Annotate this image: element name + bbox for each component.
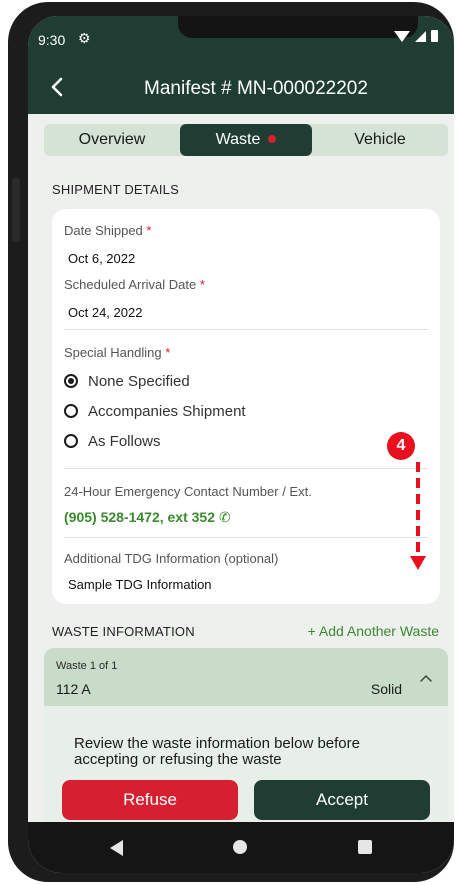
tab-bar: Overview Waste Vehicle xyxy=(44,124,448,156)
tab-label: Overview xyxy=(78,131,146,148)
waste-count-label: Waste 1 of 1 xyxy=(56,660,118,672)
date-shipped-value[interactable]: Oct 6, 2022 xyxy=(68,251,135,266)
refuse-button[interactable]: Refuse xyxy=(62,780,238,820)
wifi-icon xyxy=(394,30,410,42)
arrow-down-icon xyxy=(410,462,426,570)
step-badge: 4 xyxy=(387,432,415,460)
radio-as-follows[interactable]: As Follows xyxy=(64,431,161,451)
phone-call-icon[interactable]: ✆ xyxy=(219,509,231,525)
add-another-waste-link[interactable]: + Add Another Waste xyxy=(308,623,439,639)
shipment-details-card: Date Shipped * Oct 6, 2022 Scheduled Arr… xyxy=(52,209,440,604)
radio-accompanies-shipment[interactable]: Accompanies Shipment xyxy=(64,401,246,421)
status-time: 9:30 xyxy=(38,32,66,48)
tab-vehicle[interactable]: Vehicle xyxy=(312,124,448,156)
review-instructions: Review the waste information below befor… xyxy=(74,735,360,768)
chevron-up-icon[interactable] xyxy=(418,670,434,686)
side-button xyxy=(12,178,20,242)
radio-unchecked-icon xyxy=(64,434,78,448)
arrival-date-label: Scheduled Arrival Date * xyxy=(64,277,205,292)
special-handling-label: Special Handling * xyxy=(64,345,171,360)
status-icons xyxy=(394,30,438,42)
radio-unchecked-icon xyxy=(64,404,78,418)
waste-type: Solid xyxy=(370,681,402,697)
notch xyxy=(178,16,418,38)
tab-overview[interactable]: Overview xyxy=(44,124,180,156)
divider xyxy=(64,329,428,330)
phone-frame: 9:30 ⚙ Manifest # MN-000022202 Overview … xyxy=(8,2,454,882)
tab-waste[interactable]: Waste xyxy=(180,124,312,156)
nav-home-icon[interactable] xyxy=(233,840,247,854)
status-bar: 9:30 ⚙ xyxy=(28,16,454,62)
app-bar: Manifest # MN-000022202 xyxy=(28,62,454,114)
emergency-contact-number[interactable]: (905) 528-1472, ext 352 ✆ xyxy=(64,509,231,526)
divider xyxy=(64,468,428,469)
tab-label: Vehicle xyxy=(354,131,406,148)
shipment-section-title: SHIPMENT DETAILS xyxy=(52,182,179,197)
nav-back-icon[interactable] xyxy=(110,840,123,856)
phone-screen: 9:30 ⚙ Manifest # MN-000022202 Overview … xyxy=(28,16,454,873)
gear-icon: ⚙ xyxy=(78,30,91,46)
radio-label: None Specified xyxy=(88,372,190,390)
accept-button[interactable]: Accept xyxy=(254,780,430,820)
date-shipped-label: Date Shipped * xyxy=(64,223,152,238)
radio-none-specified[interactable]: None Specified xyxy=(64,371,190,391)
arrival-date-value[interactable]: Oct 24, 2022 xyxy=(68,305,142,320)
divider xyxy=(64,537,428,538)
alert-dot-icon xyxy=(268,135,277,143)
tdg-info-label: Additional TDG Information (optional) xyxy=(64,551,279,566)
signal-icon xyxy=(415,30,426,42)
battery-icon xyxy=(431,30,438,42)
radio-label: As Follows xyxy=(88,432,161,450)
system-nav-bar xyxy=(28,822,454,873)
waste-item-header[interactable]: Waste 1 of 1 112 A Solid xyxy=(44,648,448,706)
waste-code: 112 A xyxy=(56,681,91,697)
waste-section-title: WASTE INFORMATION xyxy=(52,624,195,639)
emergency-contact-label: 24-Hour Emergency Contact Number / Ext. xyxy=(64,484,312,499)
tdg-info-value[interactable]: Sample TDG Information xyxy=(68,577,212,592)
radio-checked-icon xyxy=(64,374,78,388)
tab-label: Waste xyxy=(215,131,261,148)
nav-recents-icon[interactable] xyxy=(358,840,372,854)
radio-label: Accompanies Shipment xyxy=(88,402,246,420)
page-title: Manifest # MN-000022202 xyxy=(144,78,368,99)
